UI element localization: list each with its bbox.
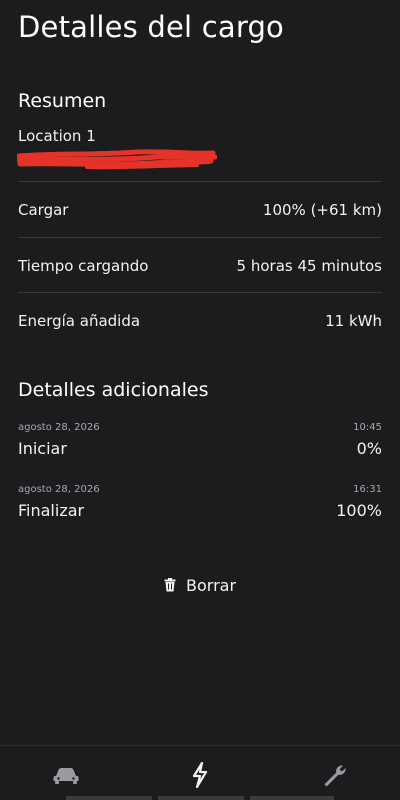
nav-service[interactable]: [319, 760, 349, 790]
row-value: 11 kWh: [325, 311, 382, 330]
summary-row-charge: Cargar 100% (+61 km): [18, 181, 382, 237]
row-value: 5 horas 45 minutos: [236, 256, 382, 275]
nav-charging[interactable]: [185, 760, 215, 790]
location-name: Location 1: [18, 127, 96, 145]
row-value: 100% (+61 km): [262, 200, 382, 219]
summary-row-charging-time: Tiempo cargando 5 horas 45 minutos: [18, 237, 382, 293]
additional-section-title: Detalles adicionales: [18, 379, 209, 401]
event-time: 10:45: [353, 422, 382, 433]
charging-bolt-icon: [192, 762, 208, 788]
redacted-address: [17, 149, 217, 170]
delete-label: Borrar: [186, 575, 237, 595]
event-time: 16:31: [353, 484, 382, 495]
wrench-icon: [324, 765, 346, 787]
delete-button[interactable]: Borrar: [164, 573, 236, 597]
trash-icon: [164, 578, 176, 592]
event-value: 100%: [336, 501, 382, 520]
event-date: agosto 28, 2026: [18, 484, 100, 495]
event-date: agosto 28, 2026: [18, 422, 100, 433]
summary-section-title: Resumen: [18, 90, 107, 112]
car-icon: [53, 768, 79, 784]
event-label: Iniciar: [18, 439, 67, 458]
event-end: agosto 28, 2026 16:31 Finalizar 100%: [18, 484, 382, 520]
nav-indicator-center: [158, 796, 244, 800]
row-label: Energía añadida: [18, 311, 141, 330]
page-title: Detalles del cargo: [18, 10, 285, 44]
bottom-nav: [0, 745, 400, 800]
row-label: Tiempo cargando: [18, 256, 149, 275]
event-label: Finalizar: [18, 501, 85, 520]
nav-indicator-right: [250, 796, 334, 800]
event-start: agosto 28, 2026 10:45 Iniciar 0%: [18, 422, 382, 458]
summary-row-energy-added: Energía añadida 11 kWh: [18, 292, 382, 348]
nav-vehicle[interactable]: [51, 760, 81, 790]
event-value: 0%: [356, 439, 382, 458]
row-label: Cargar: [18, 200, 69, 219]
nav-indicator-left: [66, 796, 152, 800]
